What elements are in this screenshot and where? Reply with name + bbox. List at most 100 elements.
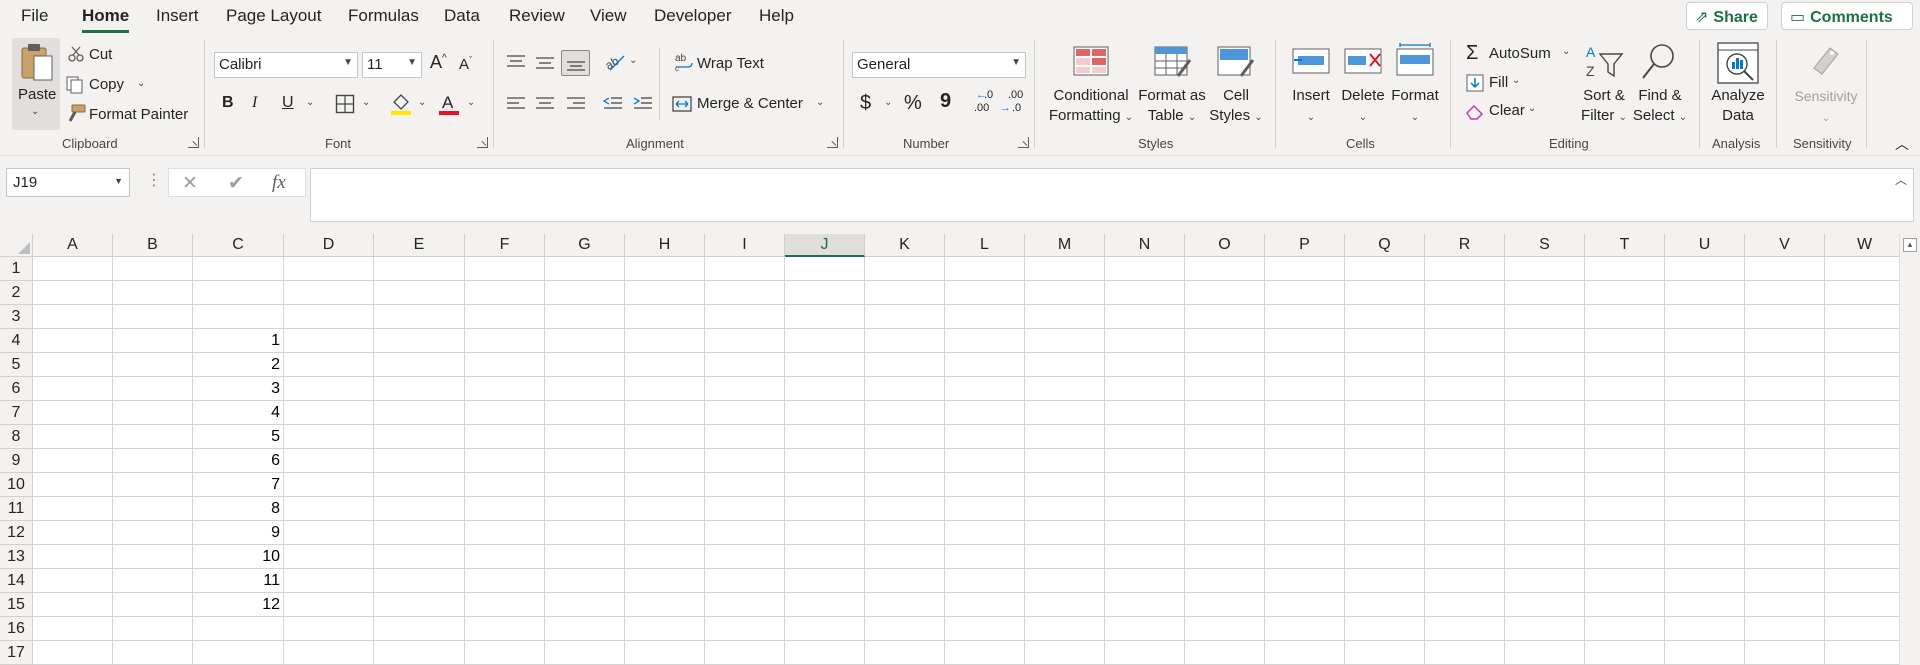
chevron-down-icon[interactable]: ⌄	[816, 97, 824, 108]
column-header-e[interactable]: E	[374, 234, 465, 257]
align-middle-icon[interactable]	[535, 54, 555, 70]
font-name-select[interactable]: Calibri ▼	[214, 52, 358, 78]
align-left-icon[interactable]	[506, 96, 526, 112]
column-header-i[interactable]: I	[705, 234, 785, 257]
row-header-7[interactable]: 7	[0, 401, 33, 425]
align-top-icon[interactable]	[506, 54, 526, 70]
find-select-button[interactable]: Find & Select ⌄	[1630, 86, 1690, 128]
cell-c8[interactable]: 5	[193, 425, 284, 449]
column-header-j[interactable]: J	[785, 234, 865, 257]
cut-button[interactable]: Cut	[89, 46, 112, 63]
column-header-f[interactable]: F	[465, 234, 545, 257]
name-box[interactable]: J19 ▼	[6, 168, 130, 197]
percent-button[interactable]: %	[904, 92, 922, 115]
cell-c4[interactable]: 1	[193, 329, 284, 353]
increase-decimal-icon[interactable]: ← .0 .00	[968, 89, 996, 119]
font-color-icon[interactable]: A	[438, 92, 460, 116]
collapse-ribbon-icon[interactable]: ︿	[1895, 134, 1909, 154]
scroll-up-icon[interactable]: ▲	[1903, 238, 1917, 252]
row-header-11[interactable]: 11	[0, 497, 33, 521]
row-header-17[interactable]: 17	[0, 641, 33, 665]
column-header-u[interactable]: U	[1665, 234, 1745, 257]
column-header-d[interactable]: D	[284, 234, 374, 257]
column-header-v[interactable]: V	[1745, 234, 1825, 257]
column-header-l[interactable]: L	[945, 234, 1025, 257]
tab-home[interactable]: Home	[82, 6, 130, 33]
row-header-1[interactable]: 1	[0, 257, 33, 281]
bold-button[interactable]: B	[222, 94, 234, 112]
worksheet[interactable]: ABCDEFGHIJKLMNOPQRSTUVW 1 2 3 4 5 6 7 8 9 10 11 12 1…	[0, 234, 1920, 665]
column-header-c[interactable]: C	[193, 234, 284, 257]
row-header-5[interactable]: 5	[0, 353, 33, 377]
clear-button[interactable]: Clear	[1489, 102, 1525, 119]
column-header-g[interactable]: G	[545, 234, 625, 257]
tab-help[interactable]: Help	[759, 6, 794, 26]
tab-view[interactable]: View	[590, 6, 627, 26]
decrease-indent-icon[interactable]	[603, 96, 623, 112]
chevron-down-icon[interactable]: ⌄	[137, 78, 145, 89]
column-header-n[interactable]: N	[1105, 234, 1185, 257]
column-header-m[interactable]: M	[1025, 234, 1105, 257]
row-header-13[interactable]: 13	[0, 545, 33, 569]
row-header-15[interactable]: 15	[0, 593, 33, 617]
column-header-k[interactable]: K	[865, 234, 945, 257]
row-header-6[interactable]: 6	[0, 377, 33, 401]
chevron-down-icon[interactable]: ⌄	[306, 97, 314, 108]
more-options-icon[interactable]: ⋮	[146, 170, 162, 190]
underline-button[interactable]: U	[282, 94, 294, 112]
share-button[interactable]: ⇗ Share	[1686, 2, 1768, 30]
cell-c15[interactable]: 12	[193, 593, 284, 617]
cell-c5[interactable]: 2	[193, 353, 284, 377]
font-size-select[interactable]: 11 ▼	[362, 52, 422, 78]
row-header-10[interactable]: 10	[0, 473, 33, 497]
align-center-icon[interactable]	[535, 96, 555, 112]
row-header-2[interactable]: 2	[0, 281, 33, 305]
cell-c10[interactable]: 7	[193, 473, 284, 497]
chevron-down-icon[interactable]: ⌄	[1562, 46, 1570, 57]
chevron-down-icon[interactable]: ⌄	[1512, 75, 1520, 86]
wrap-text-button[interactable]: Wrap Text	[697, 55, 764, 72]
decrease-font-size-icon[interactable]: Aˇ	[459, 55, 472, 73]
chevron-down-icon[interactable]: ⌄	[362, 97, 370, 108]
chevron-down-icon[interactable]: ⌄	[418, 97, 426, 108]
column-header-p[interactable]: P	[1265, 234, 1345, 257]
column-header-a[interactable]: A	[33, 234, 113, 257]
enter-icon[interactable]: ✔	[228, 172, 244, 195]
font-launcher-icon[interactable]	[477, 137, 488, 148]
sort-filter-button[interactable]: Sort & Filter ⌄	[1576, 86, 1632, 128]
row-header-4[interactable]: 4	[0, 329, 33, 353]
chevron-down-icon[interactable]: ⌄	[629, 55, 637, 66]
tab-insert[interactable]: Insert	[156, 6, 199, 26]
formula-input[interactable]: ︿	[310, 168, 1914, 222]
tab-formulas[interactable]: Formulas	[348, 6, 419, 26]
format-cells-button[interactable]: Format ⌄	[1388, 86, 1442, 128]
cell-c6[interactable]: 3	[193, 377, 284, 401]
tab-data[interactable]: Data	[444, 6, 480, 26]
comments-button[interactable]: ▭ Comments	[1781, 2, 1913, 30]
chevron-down-icon[interactable]: ⌄	[1528, 103, 1536, 114]
italic-button[interactable]: I	[252, 94, 257, 112]
cell-c13[interactable]: 10	[193, 545, 284, 569]
cell-c7[interactable]: 4	[193, 401, 284, 425]
number-format-select[interactable]: General ▼	[852, 52, 1026, 78]
cell-styles-button[interactable]: Cell Styles ⌄	[1206, 86, 1266, 128]
tab-page-layout[interactable]: Page Layout	[226, 6, 321, 26]
column-header-h[interactable]: H	[625, 234, 705, 257]
cancel-icon[interactable]: ✕	[182, 172, 198, 195]
vertical-scrollbar[interactable]: ▲	[1899, 234, 1920, 665]
insert-function-icon[interactable]: fx	[272, 172, 286, 194]
delete-cells-button[interactable]: Delete ⌄	[1337, 86, 1389, 128]
cell-c11[interactable]: 8	[193, 497, 284, 521]
increase-indent-icon[interactable]	[633, 96, 653, 112]
align-right-icon[interactable]	[566, 96, 586, 112]
column-header-b[interactable]: B	[113, 234, 193, 257]
tab-developer[interactable]: Developer	[654, 6, 732, 26]
fill-color-icon[interactable]	[390, 92, 412, 116]
format-as-table-button[interactable]: Format as Table ⌄	[1133, 86, 1211, 128]
collapse-formula-bar-icon[interactable]: ︿	[1895, 171, 1907, 188]
row-header-9[interactable]: 9	[0, 449, 33, 473]
alignment-launcher-icon[interactable]	[827, 137, 838, 148]
borders-icon[interactable]	[335, 94, 355, 114]
sensitivity-button[interactable]: Sensitivity ⌄	[1784, 86, 1868, 129]
column-header-s[interactable]: S	[1505, 234, 1585, 257]
